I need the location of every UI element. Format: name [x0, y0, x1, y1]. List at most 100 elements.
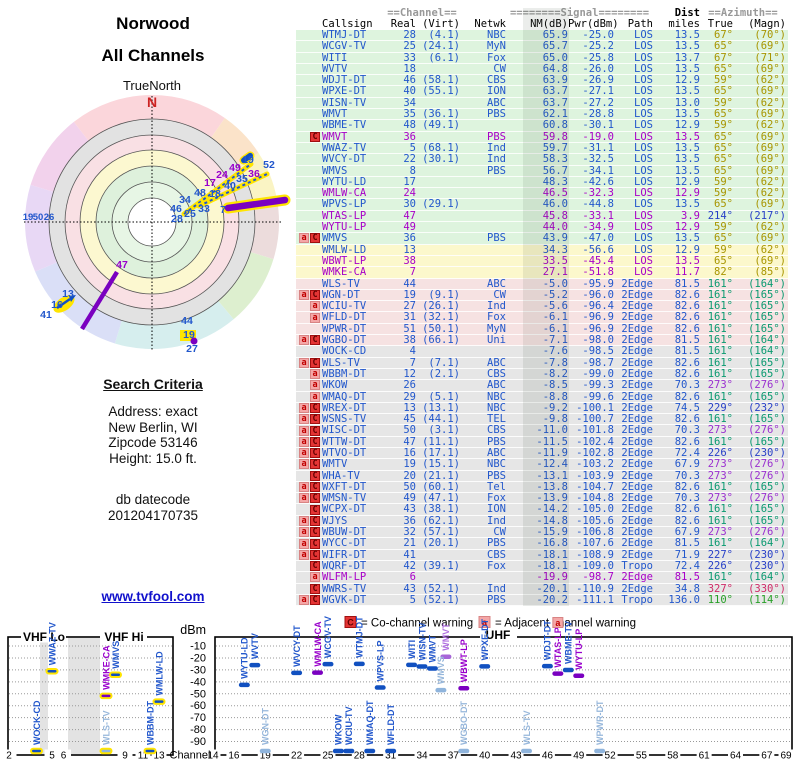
cell-vi: (55.1)	[422, 85, 460, 98]
cell-mi: 82.6	[674, 356, 700, 369]
cell-mi: 34.8	[674, 582, 700, 595]
cell-mg: (217°)	[748, 209, 786, 222]
cell-mi: 13.7	[674, 51, 700, 64]
radar-channel-label: 13	[62, 288, 74, 300]
cell-re: 19	[403, 288, 416, 301]
cell-pa: LOS	[634, 198, 653, 211]
cell-vi: (50.1)	[422, 322, 460, 335]
cell-tr: 67°	[714, 29, 733, 41]
cell-mg: (62°)	[754, 187, 786, 200]
warning-badges	[296, 166, 322, 176]
cell-pa: 2Edge	[621, 300, 653, 313]
cell-re: 16	[403, 446, 416, 459]
tvfool-link[interactable]: www.tvfool.com	[0, 589, 306, 604]
warning-badges	[296, 98, 322, 108]
cell-re: 30	[403, 198, 416, 211]
cell-cs: WVTV	[322, 62, 348, 75]
cell-re: 49	[403, 221, 416, 234]
search-criteria-heading: Search Criteria	[103, 376, 203, 392]
cell-vi: (6.1)	[428, 51, 460, 64]
warning-badges: C	[296, 583, 322, 594]
cell-vi: (36.1)	[422, 108, 460, 121]
cell-nw: ABC	[487, 356, 506, 369]
table-row: a C WMTV 19 (15.1) NBC -12.4 -103.2 2Edge 67.9 273…	[296, 458, 788, 471]
cell-pa: LOS	[634, 153, 653, 166]
table-body: WTMJ-DT 28 (4.1) NBC 65.9 -25.0 LOS 13.5 67° (70°…	[296, 29, 788, 607]
cell-nw: Fox	[487, 51, 506, 64]
signal-bar-label: WPXE-DT	[480, 618, 490, 660]
cell-re: 42	[403, 559, 416, 572]
cell-mg: (165°)	[748, 390, 786, 403]
adjacent-channel-badge: a	[299, 527, 309, 538]
warning-badges	[296, 177, 322, 187]
channel-tick-label: 61	[699, 751, 711, 762]
dbm-tick-label: -60	[190, 700, 206, 712]
cell-vi: (24.1)	[422, 40, 460, 53]
cell-mg: (230°)	[748, 446, 786, 459]
cell-nm: -5.2	[542, 288, 568, 301]
signal-bar-label: WKOW	[334, 714, 344, 745]
cell-nw: ABC	[487, 379, 506, 392]
cell-nw: NBC	[487, 29, 506, 41]
cell-pw: -105.0	[576, 503, 614, 516]
cell-nm: 63.7	[542, 85, 568, 98]
cell-mg: (70°)	[754, 29, 786, 41]
cell-nm: -7.1	[542, 334, 568, 347]
cell-mi: 13.5	[674, 153, 700, 166]
signal-bar	[322, 661, 334, 667]
cell-mg: (276°)	[748, 492, 786, 505]
cell-nm: -14.8	[536, 514, 568, 527]
cell-vi: (52.1)	[422, 593, 460, 606]
cell-tr: 273°	[707, 526, 733, 539]
radar-channel-label: 44	[181, 315, 193, 327]
channel-tick-label: 28	[354, 751, 366, 762]
cell-nm: 46.5	[542, 187, 568, 200]
cell-nm: 62.1	[542, 108, 568, 121]
warning-badges	[296, 64, 322, 74]
channel-tick-label: 34	[416, 751, 428, 762]
cell-nw: Ind	[487, 514, 506, 527]
cell-nm: 65.7	[542, 40, 568, 53]
cell-mi: 72.4	[674, 446, 700, 459]
tvfool-report-page: Norwood All Channels TrueNorth N 19 50 26 28 2…	[0, 0, 800, 768]
cell-nw: Ind	[487, 300, 506, 313]
cell-pw: -30.1	[582, 119, 614, 132]
warning-badges: aC	[296, 527, 322, 538]
warning-badges: aC	[296, 493, 322, 504]
cell-pw: -96.9	[582, 311, 614, 324]
adjacent-channel-badge: a	[299, 414, 309, 425]
warning-badges	[296, 199, 322, 209]
co-channel-badge: C	[310, 538, 320, 549]
cell-pa: 2Edge	[621, 322, 653, 335]
cell-vi: (7.1)	[428, 356, 460, 369]
adjacent-channel-badge: a	[299, 289, 309, 300]
cell-nm: 58.3	[542, 153, 568, 166]
cell-mi: 67.9	[674, 458, 700, 471]
cell-pw: -34.9	[582, 221, 614, 234]
signal-bar-label: WTAS-LP	[553, 627, 563, 667]
cell-cs: WLS-TV	[322, 277, 360, 290]
cell-cs: WFLD-DT	[322, 311, 367, 324]
dbm-tick-label: -80	[190, 724, 206, 736]
cell-cs: WMVT	[322, 130, 348, 143]
signal-bar-label: WTMJ-DT	[355, 616, 365, 658]
cell-mi: 67.9	[674, 526, 700, 539]
signal-bar	[594, 748, 606, 754]
signal-bar-label: WDJT-DT	[543, 620, 553, 660]
cell-re: 43	[403, 503, 416, 516]
cell-pw: -111.1	[576, 593, 614, 606]
cell-mg: (165°)	[748, 413, 786, 426]
cell-mg: (69°)	[754, 40, 786, 53]
cell-re: 50	[403, 424, 416, 437]
co-channel-badge: C	[310, 233, 320, 244]
cell-pa: 2Edge	[621, 311, 653, 324]
cell-mg: (69°)	[754, 85, 786, 98]
cell-tr: 65°	[714, 108, 733, 121]
channel-tick-label: 55	[636, 751, 648, 762]
cell-nm: -18.1	[536, 559, 568, 572]
cell-cs: WMLW-LD	[322, 243, 367, 256]
signal-bar-label: WITI	[407, 640, 417, 659]
radar-channel-label: 19	[23, 212, 34, 223]
cell-pw: -100.1	[576, 401, 614, 414]
cell-cs: WMVS	[322, 164, 348, 177]
